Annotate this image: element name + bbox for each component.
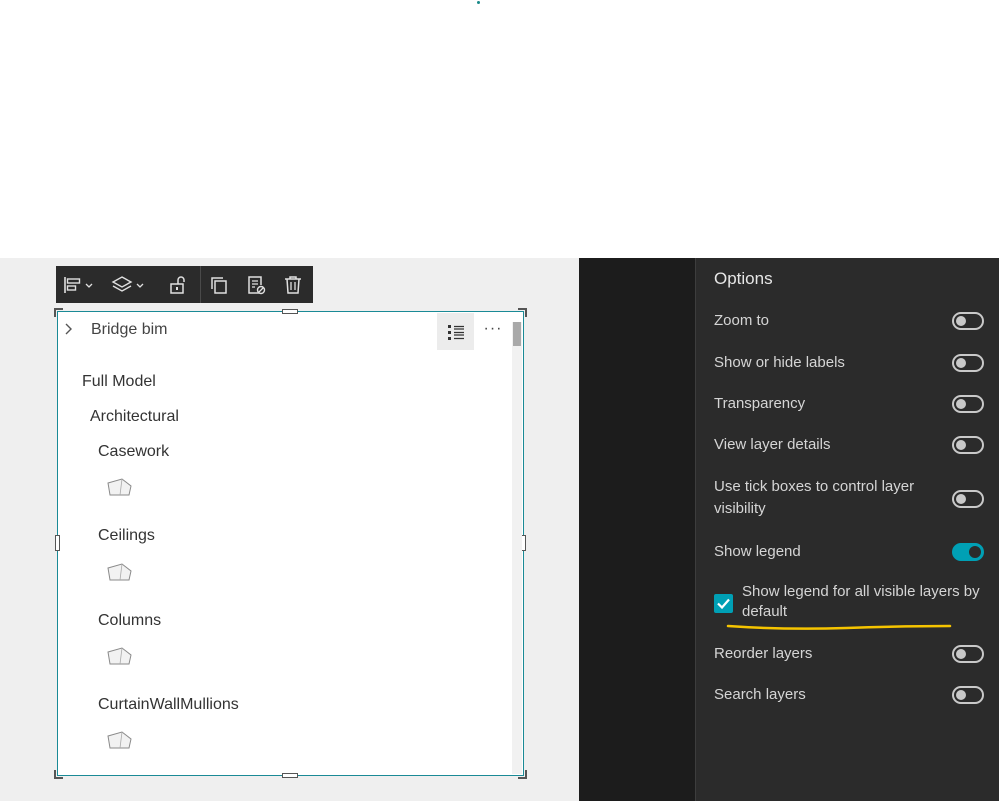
layers-icon <box>111 275 144 292</box>
tree-item-curtainwallmullions[interactable]: CurtainWallMullions <box>98 696 239 714</box>
duplicate-button[interactable] <box>201 266 237 303</box>
page-top-area <box>0 0 999 258</box>
canvas-dot <box>477 1 480 4</box>
option-label: Use tick boxes to control layer visibili… <box>714 478 915 517</box>
reorder-toggle[interactable] <box>952 645 984 663</box>
legend-default-checkbox[interactable] <box>714 594 733 613</box>
option-label: Show legend <box>714 543 801 560</box>
option-label: Show or hide labels <box>714 354 845 371</box>
edit-data-button[interactable] <box>237 266 274 303</box>
labels-toggle[interactable] <box>952 354 984 372</box>
option-show-legend: Show legend <box>714 541 984 563</box>
option-label: Transparency <box>714 395 806 412</box>
resize-corner-top-right[interactable] <box>518 308 527 317</box>
option-search-layers: Search layers <box>714 684 984 706</box>
scrollbar-thumb[interactable] <box>513 322 521 346</box>
option-view-layer-details: View layer details <box>714 434 984 456</box>
legend-symbol-icon <box>107 731 132 749</box>
unlock-icon <box>170 275 185 294</box>
tree-item-ceilings[interactable]: Ceilings <box>98 527 155 545</box>
edit-data-icon <box>247 275 265 294</box>
option-label: View layer details <box>714 436 831 453</box>
resize-corner-bottom-left[interactable] <box>54 770 63 779</box>
tree-item-architectural[interactable]: Architectural <box>90 408 179 426</box>
option-label: Search layers <box>714 686 806 703</box>
widget-toolbar <box>56 266 313 303</box>
align-dropdown-button[interactable] <box>56 266 102 303</box>
search-toggle[interactable] <box>952 686 984 704</box>
tree-item-columns[interactable]: Columns <box>98 612 161 630</box>
align-left-icon <box>64 276 93 293</box>
show-legend-toggle[interactable] <box>952 543 984 561</box>
option-label: Zoom to <box>714 312 770 329</box>
expand-chevron-icon[interactable] <box>63 322 73 339</box>
option-label: Reorder layers <box>714 645 813 662</box>
scrollbar[interactable] <box>512 322 522 774</box>
duplicate-icon <box>211 276 227 294</box>
layers-dropdown-button[interactable] <box>102 266 156 303</box>
lock-button[interactable] <box>156 266 200 303</box>
legend-list-icon <box>447 324 464 340</box>
legend-symbol-icon <box>107 563 132 581</box>
tree-item-full-model[interactable]: Full Model <box>82 373 156 391</box>
more-options-button[interactable]: ··· <box>478 320 508 342</box>
resize-handle-left[interactable] <box>55 535 60 551</box>
legend-default-label: Show legend for all visible layers by de… <box>742 583 980 620</box>
layer-list-widget[interactable]: Bridge bim ··· Full Model Architectural … <box>54 308 527 779</box>
tick-boxes-toggle[interactable] <box>952 490 984 508</box>
highlight-underline <box>726 624 952 630</box>
options-title: Options <box>714 269 773 288</box>
delete-button[interactable] <box>274 266 312 303</box>
tree-item-casework[interactable]: Casework <box>98 443 169 461</box>
option-zoom-to: Zoom to <box>714 310 984 332</box>
layer-title: Bridge bim <box>91 321 168 338</box>
check-icon <box>717 598 730 610</box>
transparency-toggle[interactable] <box>952 395 984 413</box>
resize-handle-bottom[interactable] <box>282 773 298 778</box>
dark-divider-area <box>579 258 695 801</box>
legend-button[interactable] <box>437 313 474 350</box>
option-show-hide-labels: Show or hide labels <box>714 352 984 374</box>
zoom-to-toggle[interactable] <box>952 312 984 330</box>
option-reorder-layers: Reorder layers <box>714 643 984 665</box>
option-tick-boxes: Use tick boxes to control layer visibili… <box>714 476 984 520</box>
layer-details-toggle[interactable] <box>952 436 984 454</box>
delete-icon <box>285 275 301 294</box>
layer-header: Bridge bim ··· <box>58 312 511 350</box>
option-transparency: Transparency <box>714 393 984 415</box>
legend-symbol-icon <box>107 478 132 496</box>
options-panel: Options Zoom to Show or hide labels Tran… <box>695 258 999 801</box>
legend-symbol-icon <box>107 647 132 665</box>
